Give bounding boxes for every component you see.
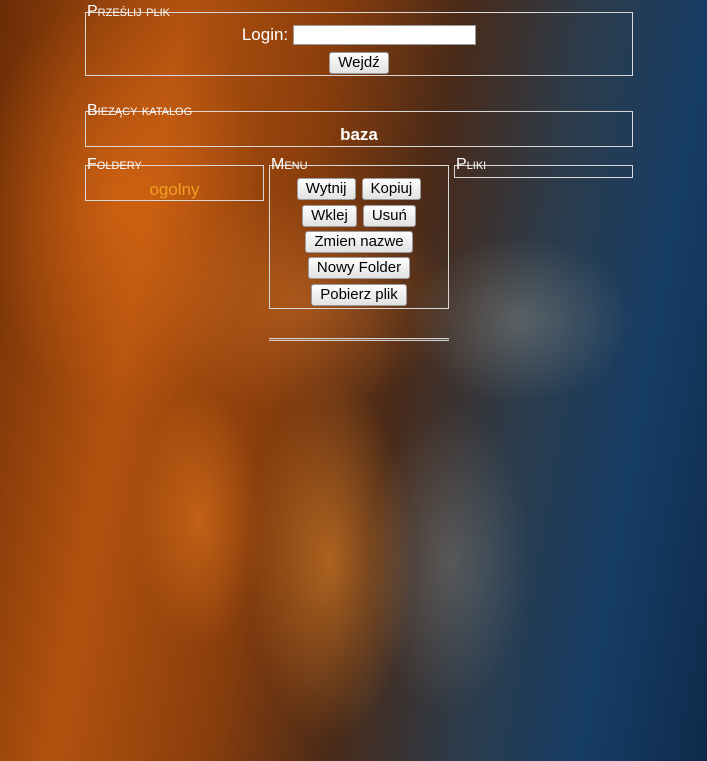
login-input[interactable] — [293, 25, 477, 45]
copy-button[interactable]: Kopiuj — [361, 178, 422, 200]
current-dir-legend: Biezący katalog — [87, 102, 193, 119]
menu-panel: Menu Wytnij Kopiuj Wklej Usuń Zmien nazw… — [269, 157, 449, 309]
menu-row-5: Pobierz plik — [270, 284, 448, 306]
delete-button[interactable]: Usuń — [362, 205, 416, 227]
new-folder-button[interactable]: Nowy Folder — [307, 257, 411, 279]
current-dir-value: baza — [340, 125, 378, 144]
menu-row-2: Wklej Usuń — [270, 205, 448, 227]
divider — [269, 338, 449, 341]
menu-legend: Menu — [271, 156, 308, 173]
login-label: Login: — [241, 25, 289, 44]
enter-button[interactable]: Wejdź — [329, 52, 389, 74]
paste-button[interactable]: Wklej — [302, 205, 357, 227]
enter-wrap: Wejdź — [86, 52, 632, 74]
rename-button[interactable]: Zmien nazwe — [305, 231, 413, 253]
files-legend: Pliki — [456, 156, 487, 173]
download-button[interactable]: Pobierz plik — [311, 284, 407, 306]
menu-row-1: Wytnij Kopiuj — [270, 178, 448, 200]
folder-item[interactable]: ogolny — [86, 180, 263, 200]
cut-button[interactable]: Wytnij — [296, 178, 356, 200]
login-row: Login: — [86, 25, 632, 45]
menu-row-3: Zmien nazwe — [270, 231, 448, 253]
upload-legend: Prześlij plik — [87, 3, 170, 20]
folders-legend: Foldery — [87, 156, 142, 173]
folders-panel: Foldery ogolny — [85, 157, 264, 201]
current-dir-panel: Biezący katalog baza — [85, 103, 633, 147]
menu-row-4: Nowy Folder — [270, 257, 448, 279]
files-panel: Pliki — [454, 157, 633, 178]
upload-panel: Prześlij plik Login: Wejdź — [85, 4, 633, 76]
